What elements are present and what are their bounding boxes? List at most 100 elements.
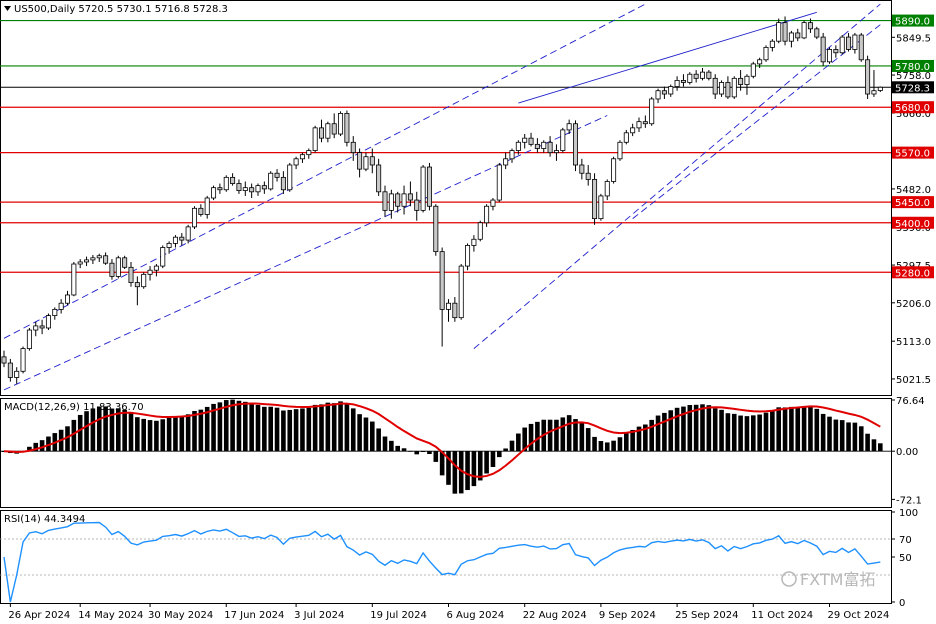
macd-bar-79 <box>503 448 508 452</box>
candle-body-62 <box>395 193 401 207</box>
macd-bar-12 <box>77 414 83 452</box>
candle-body-120 <box>763 46 769 61</box>
candle-body-126 <box>801 22 807 39</box>
candle-body-21 <box>134 282 140 288</box>
candle-body-33 <box>211 187 217 199</box>
macd-bar-59 <box>376 428 381 452</box>
candle-body-55 <box>350 141 356 154</box>
candle-body-102 <box>649 98 655 125</box>
time-tick-label-4: 3 Jul 2024 <box>294 610 344 621</box>
candle-body-40 <box>255 185 261 193</box>
candle-body-56 <box>357 152 363 170</box>
candle-body-77 <box>490 199 496 207</box>
candle-body-2 <box>14 370 20 378</box>
candle-body-49 <box>312 127 318 151</box>
macd-bar-93 <box>592 436 597 452</box>
macd-bar-109 <box>693 404 699 452</box>
macd-bar-62 <box>395 445 400 452</box>
candle-body-45 <box>287 164 293 191</box>
macd-bar-91 <box>579 423 585 452</box>
macd-bar-104 <box>662 412 667 452</box>
macd-bar-77 <box>490 451 496 467</box>
macd-bar-6 <box>39 440 45 452</box>
macd-bar-103 <box>655 415 661 452</box>
candle-body-121 <box>769 40 775 48</box>
candle-body-89 <box>566 123 572 131</box>
macd-bar-110 <box>700 404 705 452</box>
candle-body-27 <box>172 236 178 244</box>
candle-body-95 <box>604 181 610 197</box>
candle-body-42 <box>268 172 274 190</box>
macd-bar-128 <box>814 408 820 452</box>
level-tag-0: 5890.0 <box>895 17 930 28</box>
macd-bar-42 <box>268 406 273 452</box>
candle-body-132 <box>839 36 845 54</box>
time-tick-label-11: 29 Oct 2024 <box>828 610 890 621</box>
candle-body-74 <box>471 238 477 246</box>
candle-body-66 <box>420 166 426 211</box>
macd-bar-124 <box>789 406 794 452</box>
candle-body-47 <box>299 154 305 160</box>
macd-bar-43 <box>274 407 280 452</box>
candle-body-87 <box>553 150 559 154</box>
macd-bar-116 <box>738 415 743 452</box>
macd-bar-118 <box>751 415 756 452</box>
candle-body-18 <box>115 257 121 277</box>
candle-body-76 <box>484 205 490 224</box>
time-tick-label-2: 30 May 2024 <box>148 610 213 621</box>
candle-body-86 <box>547 141 553 154</box>
macd-bar-46 <box>293 409 299 452</box>
macd-bar-54 <box>344 404 350 452</box>
macd-bar-126 <box>801 406 807 452</box>
candle-body-15 <box>96 255 102 259</box>
candle-body-122 <box>776 22 782 42</box>
candle-body-38 <box>242 187 248 191</box>
macd-bar-98 <box>624 433 629 452</box>
candle-body-105 <box>668 86 674 95</box>
candle-body-24 <box>153 265 159 271</box>
candle-body-63 <box>401 193 407 207</box>
candle-body-135 <box>858 34 864 61</box>
candle-body-5 <box>33 325 39 331</box>
macd-bar-105 <box>668 410 674 452</box>
macd-bar-47 <box>300 408 305 452</box>
macd-bar-21 <box>135 417 140 452</box>
candle-body-58 <box>369 156 375 166</box>
candle-body-64 <box>407 193 413 201</box>
candle-body-109 <box>693 73 699 79</box>
macd-bar-53 <box>338 401 343 452</box>
macd-bar-39 <box>249 403 254 452</box>
macd-bar-30 <box>192 411 197 452</box>
candle-body-97 <box>617 141 623 160</box>
candle-body-129 <box>820 36 826 63</box>
candle-body-106 <box>674 80 680 87</box>
macd-bar-28 <box>179 415 185 452</box>
macd-bar-106 <box>674 407 680 452</box>
macd-bar-88 <box>560 417 566 452</box>
macd-bar-97 <box>617 437 623 452</box>
candle-body-60 <box>382 191 388 211</box>
macd-bar-130 <box>827 416 832 452</box>
candle-body-137 <box>871 90 877 95</box>
macd-bar-111 <box>706 405 712 452</box>
candle-body-71 <box>452 302 458 319</box>
price-tick-label-8: 5113.0 <box>896 337 931 348</box>
time-tick-label-7: 22 Aug 2024 <box>523 610 587 621</box>
candle-body-80 <box>509 150 515 160</box>
candle-body-92 <box>585 172 591 180</box>
candle-body-53 <box>338 113 344 135</box>
candle-body-123 <box>782 22 788 42</box>
candle-body-115 <box>731 77 737 98</box>
macd-bar-25 <box>160 419 166 452</box>
candle-body-138 <box>877 86 883 91</box>
macd-bar-89 <box>566 415 572 452</box>
candle-body-110 <box>700 71 706 79</box>
rsi-tick-label-1: 70 <box>899 535 912 546</box>
macd-bar-67 <box>427 451 432 455</box>
candle-body-10 <box>65 294 71 304</box>
macd-bar-115 <box>731 413 737 452</box>
time-tick-label-8: 9 Sep 2024 <box>599 610 656 621</box>
level-tag-6: 5280.0 <box>895 268 930 279</box>
trading-chart: 5849.55758.05666.05574.05482.05390.05297… <box>0 0 936 624</box>
macd-bar-76 <box>484 451 489 474</box>
